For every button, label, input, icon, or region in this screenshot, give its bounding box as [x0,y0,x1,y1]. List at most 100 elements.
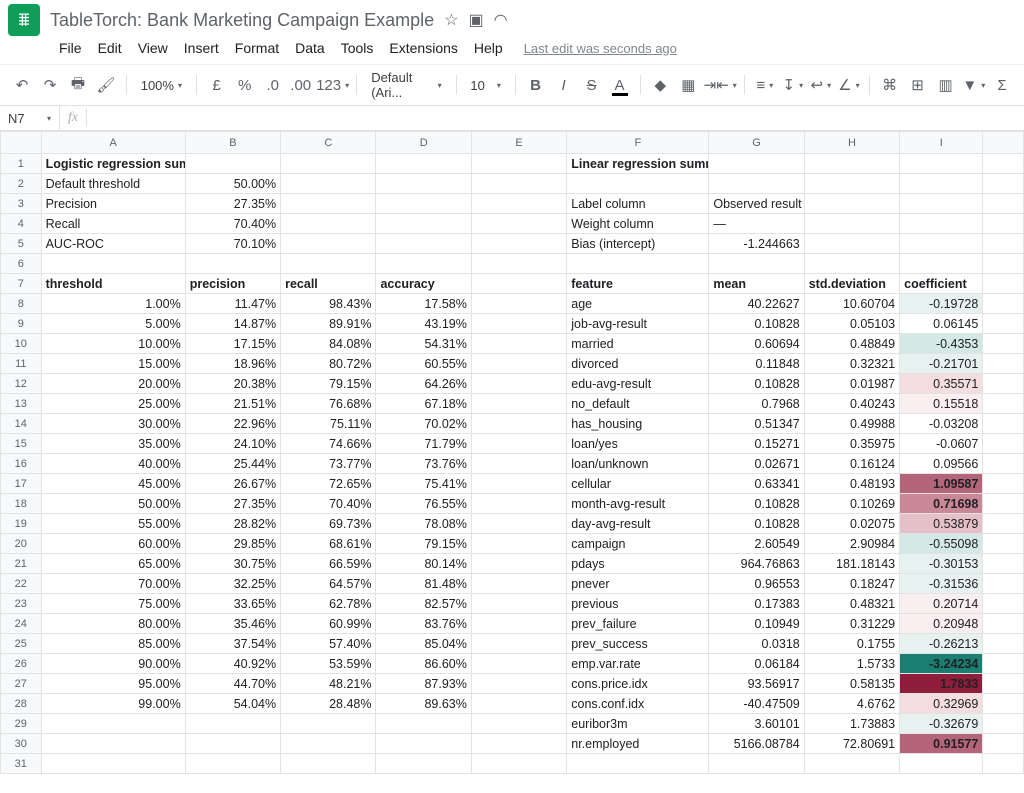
cell[interactable]: prev_failure [567,614,709,634]
row-header[interactable]: 12 [1,374,42,394]
comment-icon[interactable]: ⊞ [906,72,930,98]
wrap-icon[interactable]: ↩▾ [809,72,833,98]
row-header[interactable]: 27 [1,674,42,694]
strike-icon[interactable]: S [580,72,604,98]
cell[interactable]: 0.10828 [709,314,804,334]
cell[interactable]: 1.09587 [900,474,983,494]
cell[interactable]: accuracy [376,274,471,294]
cell[interactable] [471,154,566,174]
cell[interactable]: 69.73% [281,514,376,534]
cell[interactable]: 4.6762 [804,694,899,714]
cell[interactable]: 35.00% [41,434,185,454]
cell[interactable]: 37.54% [185,634,280,654]
cell[interactable]: 57.40% [281,634,376,654]
grid[interactable]: ABCDEFGHI 1Logistic regression summaryLi… [0,131,1024,793]
cell[interactable]: 80.72% [281,354,376,374]
cell[interactable]: 0.49988 [804,414,899,434]
cell[interactable]: emp.var.rate [567,654,709,674]
cell[interactable] [281,234,376,254]
menu-view[interactable]: View [131,36,175,60]
cell[interactable] [471,414,566,434]
cell[interactable]: Bias (intercept) [567,234,709,254]
cell[interactable]: 60.00% [41,534,185,554]
cell[interactable]: mean [709,274,804,294]
cell[interactable] [983,234,1024,254]
cell[interactable]: 30.75% [185,554,280,574]
cell[interactable]: 5.00% [41,314,185,334]
rotate-icon[interactable]: ∠▾ [837,72,861,98]
cell[interactable]: no_default [567,394,709,414]
col-headers[interactable]: ABCDEFGHI [1,132,1024,154]
cell[interactable]: 95.00% [41,674,185,694]
cell[interactable]: 25.00% [41,394,185,414]
cell[interactable] [983,214,1024,234]
font-select[interactable]: Default (Ari...▾ [365,70,447,100]
cell[interactable] [983,454,1024,474]
row-header[interactable]: 29 [1,714,42,734]
cell[interactable]: 0.05103 [804,314,899,334]
cell[interactable]: 70.40% [281,494,376,514]
cell[interactable] [804,754,899,774]
menu-extensions[interactable]: Extensions [382,36,464,60]
cell[interactable]: 40.00% [41,454,185,474]
cell[interactable] [567,254,709,274]
cell[interactable]: 84.08% [281,334,376,354]
cell[interactable] [41,254,185,274]
cell[interactable] [804,174,899,194]
row-header[interactable]: 28 [1,694,42,714]
cell[interactable]: 0.32969 [900,694,983,714]
row-header[interactable]: 6 [1,254,42,274]
cell[interactable] [41,734,185,754]
cell[interactable]: 89.91% [281,314,376,334]
sheets-logo[interactable] [8,4,40,36]
name-box[interactable]: N7▾ [0,106,60,130]
row-header[interactable]: 4 [1,214,42,234]
menu-help[interactable]: Help [467,36,510,60]
cell[interactable]: 50.00% [41,494,185,514]
cell[interactable] [185,254,280,274]
cell[interactable] [983,174,1024,194]
cell[interactable]: previous [567,594,709,614]
row-header[interactable]: 9 [1,314,42,334]
cell[interactable]: 18.96% [185,354,280,374]
cell[interactable]: 0.48193 [804,474,899,494]
cell[interactable]: 73.76% [376,454,471,474]
cell[interactable] [983,414,1024,434]
cell[interactable]: 0.20948 [900,614,983,634]
cell[interactable] [471,234,566,254]
cell[interactable]: 20.38% [185,374,280,394]
cell[interactable] [471,254,566,274]
cell[interactable]: 17.58% [376,294,471,314]
cell[interactable]: 72.65% [281,474,376,494]
cell[interactable]: 22.96% [185,414,280,434]
menu-edit[interactable]: Edit [91,36,129,60]
cell[interactable] [185,714,280,734]
cell[interactable] [983,594,1024,614]
cell[interactable]: 70.10% [185,234,280,254]
cell[interactable]: 1.73883 [804,714,899,734]
cell[interactable] [41,714,185,734]
merge-icon[interactable]: ⇥⇤▾ [704,72,736,98]
cell[interactable]: -0.03208 [900,414,983,434]
cell[interactable]: edu-avg-result [567,374,709,394]
cell[interactable] [983,274,1024,294]
row-header[interactable]: 26 [1,654,42,674]
cell[interactable]: 0.48321 [804,594,899,614]
cell[interactable] [376,194,471,214]
cell[interactable] [471,514,566,534]
cell[interactable] [471,694,566,714]
cell[interactable]: Linear regression summary [567,154,709,174]
cell[interactable]: 25.44% [185,454,280,474]
cell[interactable]: cellular [567,474,709,494]
cell[interactable]: cons.conf.idx [567,694,709,714]
cell[interactable]: 90.00% [41,654,185,674]
cell[interactable]: 80.14% [376,554,471,574]
cell[interactable]: 0.51347 [709,414,804,434]
cell[interactable]: 0.48849 [804,334,899,354]
halign-icon[interactable]: ≡▾ [753,72,777,98]
row-header[interactable]: 31 [1,754,42,774]
cell[interactable] [983,434,1024,454]
row-header[interactable]: 7 [1,274,42,294]
more-formats[interactable]: 123▾ [317,72,349,98]
cell[interactable] [983,154,1024,174]
